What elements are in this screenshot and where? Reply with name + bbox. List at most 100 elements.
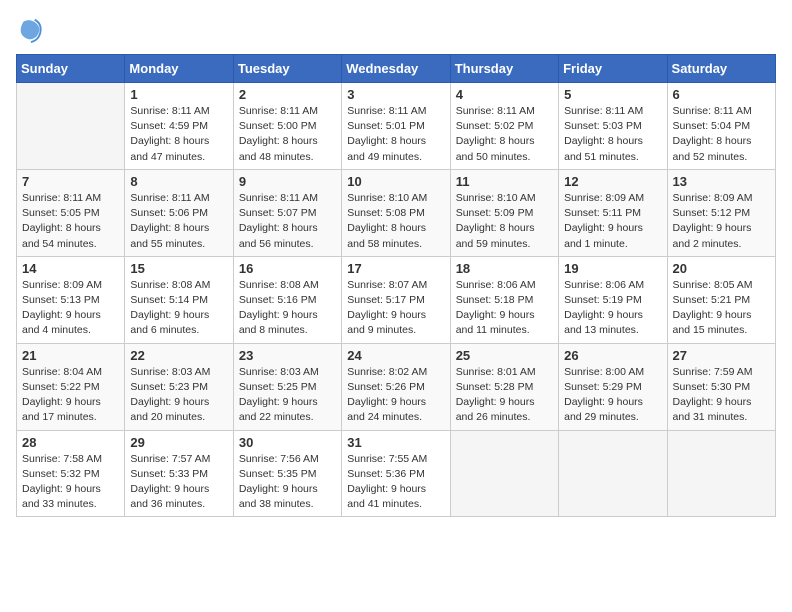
day-info: Sunrise: 8:11 AMSunset: 5:01 PMDaylight:… [347, 104, 444, 165]
day-number: 28 [22, 435, 119, 450]
calendar-cell: 2 Sunrise: 8:11 AMSunset: 5:00 PMDaylight… [233, 83, 341, 170]
day-number: 22 [130, 348, 227, 363]
calendar-cell: 14 Sunrise: 8:09 AMSunset: 5:13 PMDayligh… [17, 256, 125, 343]
day-number: 27 [673, 348, 770, 363]
week-row-2: 7 Sunrise: 8:11 AMSunset: 5:05 PMDaylight… [17, 169, 776, 256]
day-info: Sunrise: 8:11 AMSunset: 5:05 PMDaylight:… [22, 191, 119, 252]
day-number: 23 [239, 348, 336, 363]
week-row-5: 28 Sunrise: 7:58 AMSunset: 5:32 PMDayligh… [17, 430, 776, 517]
day-number: 3 [347, 87, 444, 102]
day-number: 2 [239, 87, 336, 102]
day-number: 10 [347, 174, 444, 189]
day-number: 25 [456, 348, 553, 363]
day-info: Sunrise: 7:58 AMSunset: 5:32 PMDaylight:… [22, 452, 119, 513]
weekday-header-thursday: Thursday [450, 55, 558, 83]
calendar-cell: 16 Sunrise: 8:08 AMSunset: 5:16 PMDayligh… [233, 256, 341, 343]
calendar-cell: 22 Sunrise: 8:03 AMSunset: 5:23 PMDayligh… [125, 343, 233, 430]
day-info: Sunrise: 8:01 AMSunset: 5:28 PMDaylight:… [456, 365, 553, 426]
logo-icon [16, 16, 44, 44]
weekday-header-wednesday: Wednesday [342, 55, 450, 83]
calendar-cell: 10 Sunrise: 8:10 AMSunset: 5:08 PMDayligh… [342, 169, 450, 256]
calendar-cell: 27 Sunrise: 7:59 AMSunset: 5:30 PMDayligh… [667, 343, 775, 430]
day-number: 13 [673, 174, 770, 189]
day-info: Sunrise: 8:03 AMSunset: 5:23 PMDaylight:… [130, 365, 227, 426]
calendar-cell: 15 Sunrise: 8:08 AMSunset: 5:14 PMDayligh… [125, 256, 233, 343]
day-info: Sunrise: 8:11 AMSunset: 5:03 PMDaylight:… [564, 104, 661, 165]
day-number: 7 [22, 174, 119, 189]
calendar-cell [450, 430, 558, 517]
calendar-cell: 13 Sunrise: 8:09 AMSunset: 5:12 PMDayligh… [667, 169, 775, 256]
calendar-cell: 30Sunrise: 7:56 AMSunset: 5:35 PMDayligh… [233, 430, 341, 517]
day-info: Sunrise: 8:00 AMSunset: 5:29 PMDaylight:… [564, 365, 661, 426]
calendar-cell: 28 Sunrise: 7:58 AMSunset: 5:32 PMDayligh… [17, 430, 125, 517]
day-info: Sunrise: 7:57 AMSunset: 5:33 PMDaylight:… [130, 452, 227, 513]
day-number: 9 [239, 174, 336, 189]
day-info: Sunrise: 8:10 AMSunset: 5:08 PMDaylight:… [347, 191, 444, 252]
day-info: Sunrise: 8:09 AMSunset: 5:13 PMDaylight:… [22, 278, 119, 339]
day-info: Sunrise: 8:09 AMSunset: 5:11 PMDaylight:… [564, 191, 661, 252]
day-number: 31 [347, 435, 444, 450]
calendar-cell: 19 Sunrise: 8:06 AMSunset: 5:19 PMDayligh… [559, 256, 667, 343]
day-number: 20 [673, 261, 770, 276]
day-info: Sunrise: 8:08 AMSunset: 5:16 PMDaylight:… [239, 278, 336, 339]
calendar-cell: 17Sunrise: 8:07 AMSunset: 5:17 PMDayligh… [342, 256, 450, 343]
calendar-cell: 4 Sunrise: 8:11 AMSunset: 5:02 PMDaylight… [450, 83, 558, 170]
calendar-cell: 6 Sunrise: 8:11 AMSunset: 5:04 PMDaylight… [667, 83, 775, 170]
weekday-header-saturday: Saturday [667, 55, 775, 83]
day-info: Sunrise: 8:05 AMSunset: 5:21 PMDaylight:… [673, 278, 770, 339]
day-info: Sunrise: 8:11 AMSunset: 5:07 PMDaylight:… [239, 191, 336, 252]
weekday-header-sunday: Sunday [17, 55, 125, 83]
calendar-cell: 26 Sunrise: 8:00 AMSunset: 5:29 PMDayligh… [559, 343, 667, 430]
calendar-cell: 12 Sunrise: 8:09 AMSunset: 5:11 PMDayligh… [559, 169, 667, 256]
week-row-1: 1 Sunrise: 8:11 AMSunset: 4:59 PMDaylight… [17, 83, 776, 170]
weekday-header-monday: Monday [125, 55, 233, 83]
day-number: 12 [564, 174, 661, 189]
day-number: 14 [22, 261, 119, 276]
calendar-cell: 1 Sunrise: 8:11 AMSunset: 4:59 PMDaylight… [125, 83, 233, 170]
calendar-cell: 5Sunrise: 8:11 AMSunset: 5:03 PMDaylight… [559, 83, 667, 170]
day-info: Sunrise: 8:10 AMSunset: 5:09 PMDaylight:… [456, 191, 553, 252]
day-number: 16 [239, 261, 336, 276]
day-number: 21 [22, 348, 119, 363]
day-info: Sunrise: 8:02 AMSunset: 5:26 PMDaylight:… [347, 365, 444, 426]
calendar-cell: 18Sunrise: 8:06 AMSunset: 5:18 PMDayligh… [450, 256, 558, 343]
day-info: Sunrise: 8:09 AMSunset: 5:12 PMDaylight:… [673, 191, 770, 252]
calendar-cell: 21 Sunrise: 8:04 AMSunset: 5:22 PMDayligh… [17, 343, 125, 430]
calendar-table: SundayMondayTuesdayWednesdayThursdayFrid… [16, 54, 776, 517]
weekday-header-friday: Friday [559, 55, 667, 83]
day-info: Sunrise: 8:11 AMSunset: 5:04 PMDaylight:… [673, 104, 770, 165]
day-info: Sunrise: 8:11 AMSunset: 4:59 PMDaylight:… [130, 104, 227, 165]
calendar-cell: 3 Sunrise: 8:11 AMSunset: 5:01 PMDaylight… [342, 83, 450, 170]
calendar-cell: 9 Sunrise: 8:11 AMSunset: 5:07 PMDaylight… [233, 169, 341, 256]
day-number: 15 [130, 261, 227, 276]
day-number: 26 [564, 348, 661, 363]
week-row-4: 21 Sunrise: 8:04 AMSunset: 5:22 PMDayligh… [17, 343, 776, 430]
logo [16, 16, 48, 44]
day-info: Sunrise: 7:59 AMSunset: 5:30 PMDaylight:… [673, 365, 770, 426]
day-info: Sunrise: 8:08 AMSunset: 5:14 PMDaylight:… [130, 278, 227, 339]
calendar-cell: 7 Sunrise: 8:11 AMSunset: 5:05 PMDaylight… [17, 169, 125, 256]
calendar-cell [17, 83, 125, 170]
day-number: 30 [239, 435, 336, 450]
day-number: 18 [456, 261, 553, 276]
header [16, 16, 776, 44]
day-info: Sunrise: 8:06 AMSunset: 5:19 PMDaylight:… [564, 278, 661, 339]
week-row-3: 14 Sunrise: 8:09 AMSunset: 5:13 PMDayligh… [17, 256, 776, 343]
calendar-cell: 29Sunrise: 7:57 AMSunset: 5:33 PMDayligh… [125, 430, 233, 517]
day-number: 1 [130, 87, 227, 102]
calendar-cell: 11 Sunrise: 8:10 AMSunset: 5:09 PMDayligh… [450, 169, 558, 256]
day-number: 11 [456, 174, 553, 189]
calendar-cell [559, 430, 667, 517]
day-info: Sunrise: 8:11 AMSunset: 5:02 PMDaylight:… [456, 104, 553, 165]
calendar-cell [667, 430, 775, 517]
day-number: 4 [456, 87, 553, 102]
weekday-header-row: SundayMondayTuesdayWednesdayThursdayFrid… [17, 55, 776, 83]
day-info: Sunrise: 8:07 AMSunset: 5:17 PMDaylight:… [347, 278, 444, 339]
calendar-cell: 25 Sunrise: 8:01 AMSunset: 5:28 PMDayligh… [450, 343, 558, 430]
day-number: 6 [673, 87, 770, 102]
day-number: 19 [564, 261, 661, 276]
day-number: 8 [130, 174, 227, 189]
day-info: Sunrise: 8:11 AMSunset: 5:00 PMDaylight:… [239, 104, 336, 165]
day-info: Sunrise: 8:04 AMSunset: 5:22 PMDaylight:… [22, 365, 119, 426]
calendar-cell: 31Sunrise: 7:55 AMSunset: 5:36 PMDayligh… [342, 430, 450, 517]
